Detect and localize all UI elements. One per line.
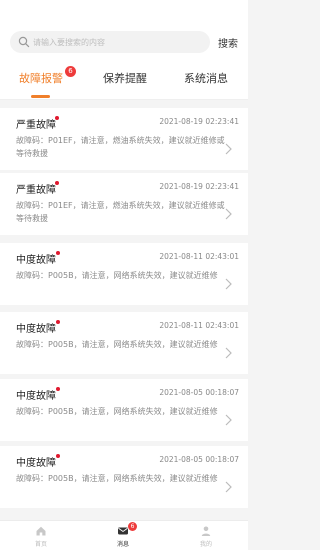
alert-card[interactable]: 中度故障 2021-08-11 02:43:01 故障码：P005B，请注意，网…	[0, 243, 248, 305]
search-button[interactable]: 搜索	[218, 35, 238, 50]
tab-badge: 6	[65, 66, 76, 77]
chevron-right-icon	[225, 414, 232, 426]
alert-description: 故障码：P005B，请注意，网络系统失效，建议就近维修	[16, 407, 218, 416]
unread-dot	[56, 387, 60, 391]
user-icon	[201, 526, 211, 536]
top-bar: 搜索	[0, 0, 248, 56]
alert-description: 故障码：P005B，请注意，网络系统失效，建议就近维修	[16, 271, 218, 280]
tab-maintenance-reminder[interactable]: 保养提醒	[103, 70, 147, 86]
nav-home[interactable]: 首页	[21, 521, 61, 550]
bottom-nav: 首页 6 消息 我的	[0, 520, 248, 550]
home-icon	[36, 526, 46, 536]
alert-card[interactable]: 中度故障 2021-08-05 00:18:07 故障码：P005B，请注意，网…	[0, 446, 248, 508]
search-box[interactable]	[10, 31, 210, 53]
alert-description: 故障码：P005B，请注意，网络系统失效，建议就近维修	[16, 474, 218, 483]
nav-home-label: 首页	[34, 541, 47, 548]
chevron-right-icon	[225, 278, 232, 290]
nav-profile[interactable]: 我的	[186, 521, 226, 550]
alert-time: 2021-08-05 00:18:07	[159, 388, 239, 397]
alert-title: 中度故障	[16, 391, 56, 402]
nav-profile-label: 我的	[199, 541, 212, 548]
unread-dot	[56, 320, 60, 324]
alert-time: 2021-08-19 02:23:41	[159, 117, 239, 126]
alert-time: 2021-08-11 02:43:01	[159, 252, 239, 261]
alert-title: 中度故障	[16, 324, 56, 335]
alert-description: 故障码：P005B，请注意，网络系统失效，建议就近维修	[16, 340, 218, 349]
alert-time: 2021-08-11 02:43:01	[159, 321, 239, 330]
unread-dot	[56, 454, 60, 458]
alert-title: 中度故障	[16, 458, 56, 469]
unread-dot	[55, 116, 59, 120]
alert-card[interactable]: 严重故障 2021-08-19 02:23:41 故障码：P01EF，请注意，燃…	[0, 173, 248, 235]
alert-time: 2021-08-19 02:23:41	[159, 182, 239, 191]
alert-title: 严重故障	[16, 120, 56, 131]
unread-dot	[56, 251, 60, 255]
chevron-right-icon	[225, 208, 232, 220]
nav-message-label: 消息	[116, 541, 129, 548]
nav-message-badge: 6	[128, 522, 137, 531]
tab-bar: 故障报警 保养提醒 系统消息	[0, 56, 248, 100]
tab-active-indicator	[31, 95, 50, 98]
chevron-right-icon	[225, 347, 232, 359]
nav-message[interactable]: 6 消息	[103, 521, 143, 550]
alert-title: 中度故障	[16, 255, 56, 266]
chevron-right-icon	[225, 481, 232, 493]
alert-title: 严重故障	[16, 185, 56, 196]
tab-system-message[interactable]: 系统消息	[184, 70, 228, 86]
alert-time: 2021-08-05 00:18:07	[159, 455, 239, 464]
alert-card[interactable]: 严重故障 2021-08-19 02:23:41 故障码：P01EF，请注意，燃…	[0, 108, 248, 170]
alert-card[interactable]: 中度故障 2021-08-05 00:18:07 故障码：P005B，请注意，网…	[0, 379, 248, 441]
unread-dot	[55, 181, 59, 185]
tab-fault-alarm[interactable]: 故障报警	[19, 70, 63, 86]
alert-description: 故障码：P01EF，请注意，燃油系统失效，建议就近维修或等待救援	[16, 201, 225, 223]
chevron-right-icon	[225, 143, 232, 155]
alert-description: 故障码：P01EF，请注意，燃油系统失效，建议就近维修或等待救援	[16, 136, 225, 158]
alert-card[interactable]: 中度故障 2021-08-11 02:43:01 故障码：P005B，请注意，网…	[0, 312, 248, 374]
search-input[interactable]	[33, 31, 203, 53]
search-icon	[18, 36, 30, 48]
